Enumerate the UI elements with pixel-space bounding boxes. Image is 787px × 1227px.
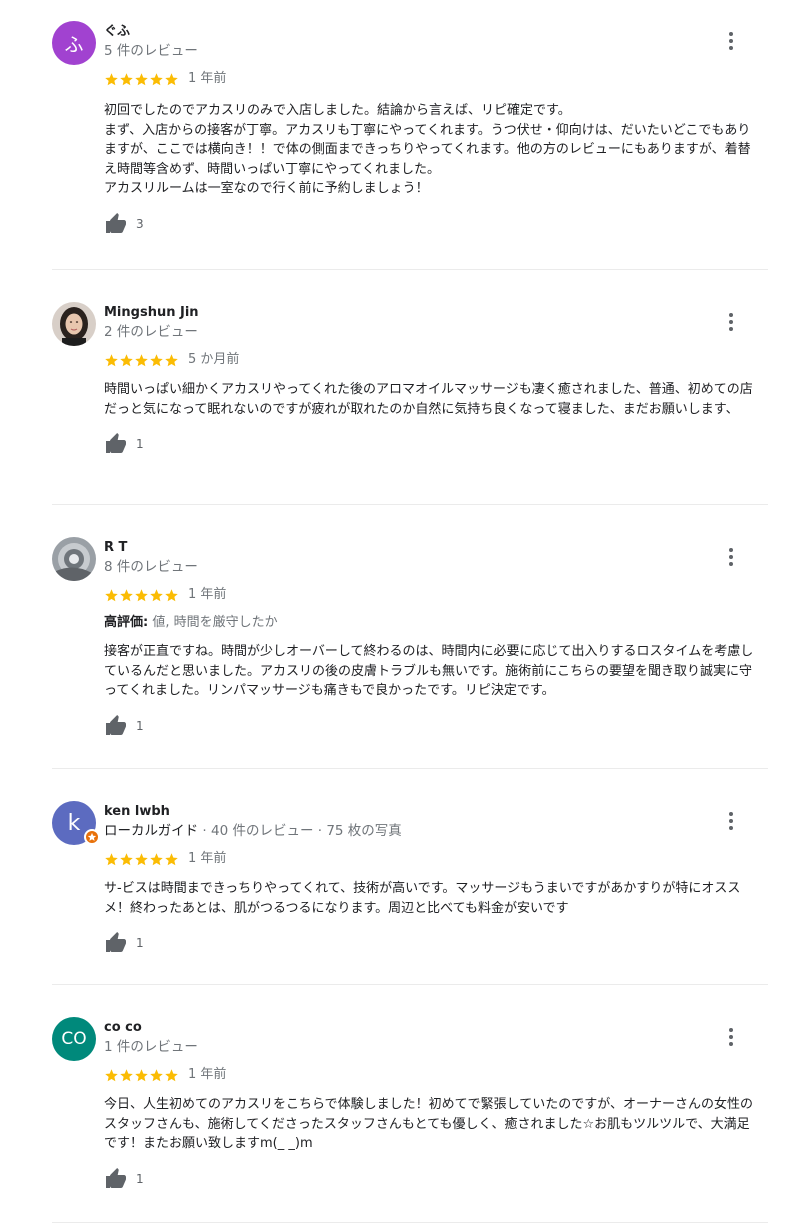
local-guide-label: ローカルガイド bbox=[104, 823, 199, 839]
like-count: 1 bbox=[136, 1171, 144, 1186]
review-text: 接客が正直ですね。時間が少しオーバーして終わるのは、時間内に必要に応じて出入りす… bbox=[104, 644, 754, 698]
star-icon bbox=[135, 1068, 148, 1081]
profile-photo bbox=[52, 537, 96, 581]
reviewer-meta[interactable]: 8 件のレビュー bbox=[104, 558, 762, 576]
review-date: 1 年前 bbox=[188, 851, 227, 866]
thumbs-up-icon[interactable] bbox=[104, 931, 128, 955]
review-text: サ-ビスは時間まできっちりやってくれて、技術が高いです。マッサージもうまいですが… bbox=[104, 881, 741, 916]
avatar-letter: ふ bbox=[64, 33, 84, 56]
star-rating bbox=[104, 1068, 179, 1083]
reviewer-name[interactable]: co co bbox=[104, 1019, 762, 1036]
star-rating bbox=[104, 353, 179, 368]
more-vert-icon[interactable] bbox=[722, 1028, 740, 1046]
review-date: 5 か月前 bbox=[188, 352, 240, 367]
reviewer-meta[interactable]: ローカルガイド · 40 件のレビュー · 75 枚の写真 bbox=[104, 822, 762, 840]
avatar[interactable]: CO bbox=[52, 1017, 96, 1061]
more-vert-icon[interactable] bbox=[722, 812, 740, 830]
review-card: ふ ぐふ 5 件のレビュー 1 年前 初回でしたのでアカスリのみで入店しました。… bbox=[52, 0, 768, 270]
highlight-value: 値, 時間を厳守したか bbox=[148, 615, 278, 630]
profile-photo bbox=[52, 302, 96, 346]
star-icon bbox=[165, 353, 178, 366]
review-list: ふ ぐふ 5 件のレビュー 1 年前 初回でしたのでアカスリのみで入店しました。… bbox=[0, 0, 787, 1223]
reviewer-name[interactable]: R T bbox=[104, 539, 762, 556]
star-icon bbox=[105, 852, 118, 865]
star-rating bbox=[104, 72, 179, 87]
star-icon bbox=[135, 353, 148, 366]
star-rating bbox=[104, 588, 179, 603]
thumbs-up-icon[interactable] bbox=[104, 1167, 128, 1191]
star-rating bbox=[104, 852, 179, 867]
star-icon bbox=[150, 852, 163, 865]
avatar[interactable] bbox=[52, 537, 96, 581]
reviewer-name[interactable]: Mingshun Jin bbox=[104, 304, 762, 321]
star-icon bbox=[150, 1068, 163, 1081]
avatar-letter: k bbox=[67, 810, 81, 836]
more-vert-icon[interactable] bbox=[722, 548, 740, 566]
more-vert-icon[interactable] bbox=[722, 313, 740, 331]
star-icon bbox=[165, 72, 178, 85]
review-card: Mingshun Jin 2 件のレビュー 5 か月前 時間いっぱい細かくアカス… bbox=[52, 270, 768, 505]
review-card: R T 8 件のレビュー 1 年前 高評価: 値, 時間を厳守したか 接客が正直… bbox=[52, 505, 768, 769]
star-icon bbox=[105, 353, 118, 366]
thumbs-up-icon[interactable] bbox=[104, 212, 128, 236]
star-icon bbox=[165, 852, 178, 865]
more-vert-icon[interactable] bbox=[722, 32, 740, 50]
review-card: CO co co 1 件のレビュー 1 年前 今日、人生初めてのアカスリをこちら… bbox=[52, 985, 768, 1223]
reviewer-name[interactable]: ken lwbh bbox=[104, 803, 762, 820]
star-icon bbox=[120, 852, 133, 865]
star-icon bbox=[120, 353, 133, 366]
like-count: 1 bbox=[136, 437, 144, 451]
star-icon bbox=[105, 1068, 118, 1081]
like-count: 1 bbox=[136, 936, 144, 950]
local-guide-badge-icon bbox=[84, 829, 100, 845]
reviewer-meta[interactable]: 5 件のレビュー bbox=[104, 42, 762, 60]
review-text: 時間いっぱい細かくアカスリやってくれた後のアロマオイルマッサージも凄く癒されまし… bbox=[104, 382, 753, 417]
star-icon bbox=[135, 72, 148, 85]
reviewer-name[interactable]: ぐふ bbox=[104, 23, 762, 40]
review-card: k ken lwbh ローカルガイド · 40 件のレビュー · 75 枚の写真… bbox=[52, 769, 768, 985]
star-icon bbox=[150, 353, 163, 366]
avatar[interactable]: ふ bbox=[52, 21, 96, 65]
star-icon bbox=[120, 1068, 133, 1081]
thumbs-up-icon[interactable] bbox=[104, 714, 128, 738]
reviewer-meta[interactable]: 2 件のレビュー bbox=[104, 323, 762, 341]
review-date: 1 年前 bbox=[188, 71, 227, 86]
highlight-label: 高評価: bbox=[104, 615, 149, 630]
avatar[interactable] bbox=[52, 302, 96, 346]
thumbs-up-icon[interactable] bbox=[104, 432, 128, 456]
review-text: 今日、人生初めてのアカスリをこちらで体験しました！初めてで緊張していたのですが、… bbox=[104, 1097, 753, 1151]
star-icon bbox=[150, 72, 163, 85]
star-icon bbox=[135, 852, 148, 865]
star-icon bbox=[135, 588, 148, 601]
reviewer-stats: · 40 件のレビュー · 75 枚の写真 bbox=[198, 823, 402, 839]
like-count: 3 bbox=[136, 216, 144, 231]
review-date: 1 年前 bbox=[188, 1067, 227, 1082]
review-text: 初回でしたのでアカスリのみで入店しました。結論から言えば、リピ確定です。 まず、… bbox=[104, 103, 751, 196]
like-count: 1 bbox=[136, 718, 144, 733]
star-icon bbox=[165, 1068, 178, 1081]
star-icon bbox=[150, 588, 163, 601]
avatar[interactable]: k bbox=[52, 801, 100, 845]
star-icon bbox=[120, 588, 133, 601]
star-icon bbox=[165, 588, 178, 601]
review-date: 1 年前 bbox=[188, 587, 227, 602]
star-icon bbox=[105, 72, 118, 85]
star-icon bbox=[120, 72, 133, 85]
review-highlights: 高評価: 値, 時間を厳守したか bbox=[104, 614, 762, 632]
star-icon bbox=[105, 588, 118, 601]
avatar-letter: CO bbox=[61, 1029, 87, 1049]
reviewer-meta[interactable]: 1 件のレビュー bbox=[104, 1038, 762, 1056]
